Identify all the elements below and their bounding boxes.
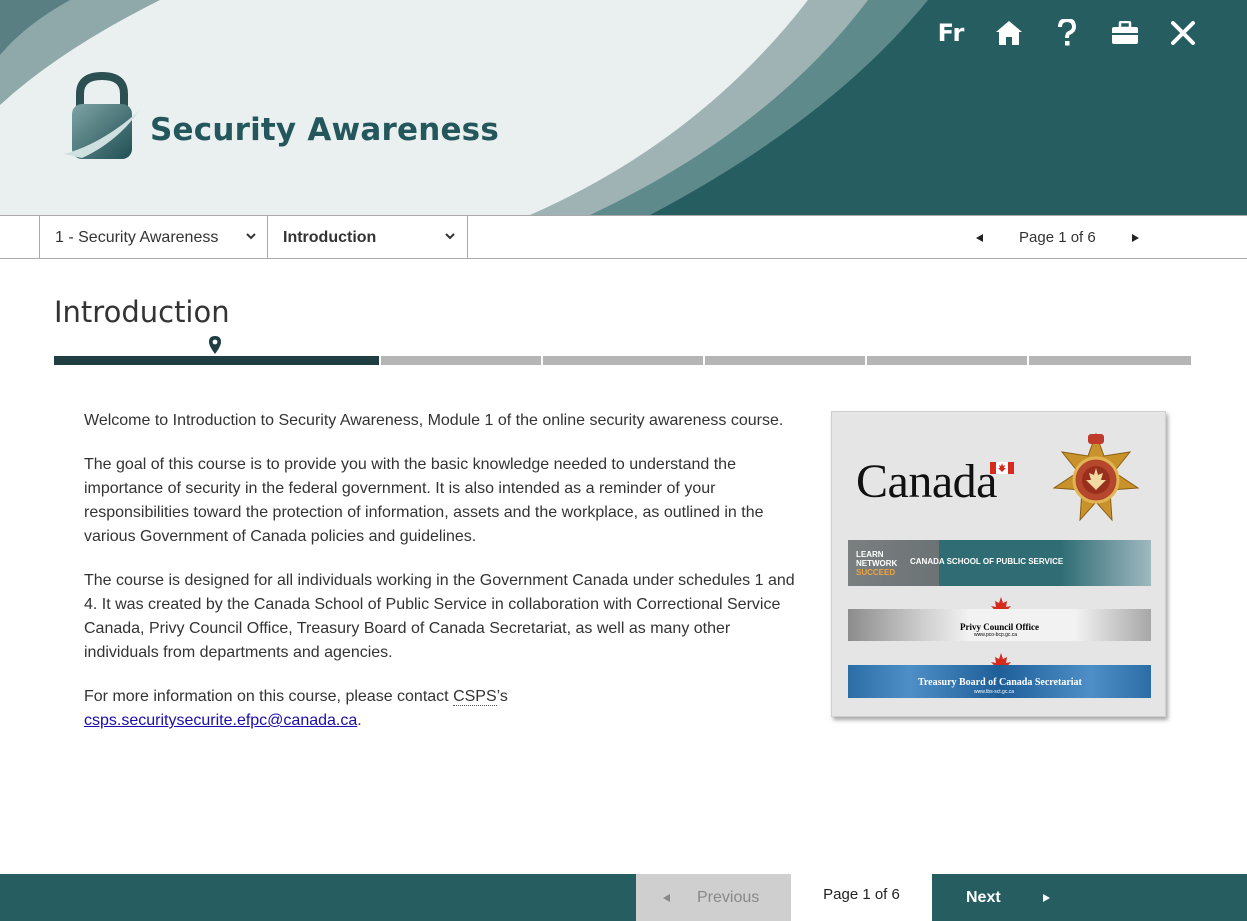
csps-banner: LEARN NETWORK SUCCEED CANADA SCHOOL OF PUB… [848,540,1151,586]
course-navigation-bar: 1 - Security Awareness Introduction Page… [0,215,1247,259]
next-button-label: Next [966,888,1001,906]
top-pager: Page 1 of 6 [970,216,1139,259]
paragraph: The course is designed for all individua… [84,572,795,661]
previous-button[interactable]: Previous [636,874,791,921]
banner-network: NETWORK [856,559,898,568]
page-title: Introduction [54,295,230,329]
banner-learn: LEARN [856,550,884,559]
paragraph: The goal of this course is to provide yo… [84,456,764,545]
bottom-pager-label: Page 1 of 6 [791,874,932,921]
module-dropdown-label: 1 - Security Awareness [55,228,219,246]
tbs-banner-text: Treasury Board of Canada Secretariat [918,677,1082,688]
pco-banner: Privy Council Office www.pco-bcp.gc.ca [848,609,1151,641]
section-dropdown[interactable]: Introduction [267,216,468,259]
chevron-down-icon [246,233,256,240]
padlock-logo-icon [64,72,140,159]
progress-segment [867,356,1027,365]
partner-logos-image: Canada LEARN NETWORK SUCCEED CANADA SCHOOL… [831,411,1166,717]
previous-page-arrow-icon[interactable] [976,233,983,242]
top-toolbar: Fr [922,16,1212,50]
paragraph: Welcome to Introduction to Security Awar… [84,412,784,429]
top-pager-label: Page 1 of 6 [1019,229,1096,246]
contact-email-link[interactable]: csps.securitysecurite.efpc@canada.ca [84,712,357,729]
previous-button-label: Previous [697,888,760,906]
footer-bar: Previous Page 1 of 6 Next [0,874,1247,921]
close-icon[interactable] [1154,16,1212,50]
canada-flag-icon [990,462,1014,474]
banner-succeed: SUCCEED [856,568,896,577]
tbs-banner-url: www.tbs-sct.gc.ca [974,689,1015,695]
pco-banner-text: Privy Council Office [960,622,1039,632]
tbs-banner: Treasury Board of Canada Secretariat www… [848,665,1151,698]
help-icon[interactable] [1038,16,1096,50]
briefcase-icon[interactable] [1096,16,1154,50]
pco-banner-url: www.pco-bcp.gc.ca [974,632,1018,638]
app-title: Security Awareness [150,112,499,148]
next-button[interactable]: Next [932,874,1072,921]
home-icon[interactable] [980,16,1038,50]
location-pin-icon [209,336,221,354]
chevron-down-icon [445,233,455,240]
contact-prefix: For more information on this course, ple… [84,688,454,705]
progress-segment-complete [54,356,379,365]
section-progress-bar [54,356,1193,365]
contact-paragraph: For more information on this course, ple… [84,685,804,733]
progress-segment [705,356,865,365]
header-banner: Security Awareness Fr [0,0,1247,215]
section-dropdown-label: Introduction [283,228,377,246]
language-toggle-button[interactable]: Fr [922,16,980,50]
next-page-arrow-icon[interactable] [1131,233,1139,242]
previous-arrow-icon [663,893,670,902]
canada-wordmark: Canada [856,455,997,508]
correctional-service-badge-icon [1052,432,1140,522]
contact-suffix: . [357,712,362,729]
progress-segment [1029,356,1191,365]
progress-segment [381,356,541,365]
intro-body-text: Welcome to Introduction to Security Awar… [84,409,804,753]
next-arrow-icon [1042,893,1050,902]
contact-mid: ’s [496,688,508,705]
csps-banner-text: CANADA SCHOOL OF PUBLIC SERVICE [910,557,1064,566]
module-dropdown[interactable]: 1 - Security Awareness [39,216,268,259]
csps-abbreviation[interactable]: CSPS [453,688,497,706]
progress-segment [543,356,703,365]
